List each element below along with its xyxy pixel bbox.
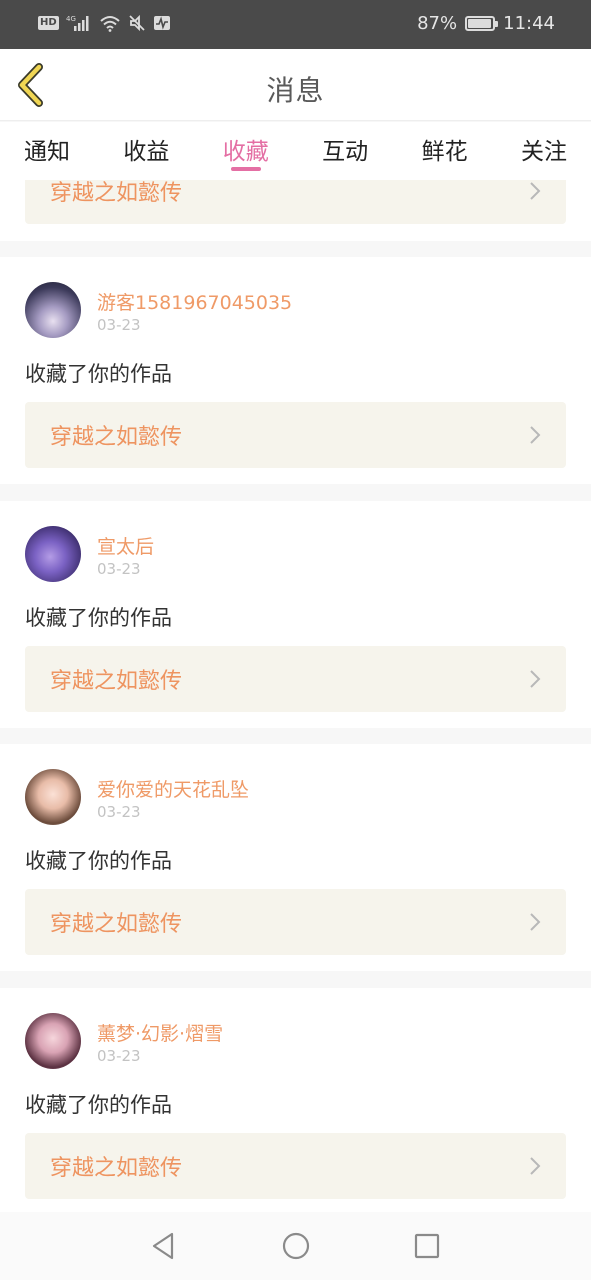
tab-0[interactable]: 通知 [24,122,70,180]
message-feed[interactable]: 穿越之如懿传 游客1581967045035 03-23 收藏了你的作品 穿越之… [0,180,591,1212]
avatar[interactable] [25,525,81,582]
work-title: 穿越之如懿传 [50,425,183,450]
message-date: 03-23 [97,316,141,334]
mute-icon [129,14,145,32]
message-card: 宣太后 03-23 收藏了你的作品 穿越之如懿传 [0,500,591,728]
message-text: 收藏了你的作品 [25,362,172,386]
work-link[interactable]: 穿越之如懿传 [25,1132,566,1199]
work-title: 穿越之如懿传 [50,912,183,937]
chevron-right-icon [530,669,541,688]
back-triangle-icon [152,1232,174,1260]
user-name[interactable]: 游客1581967045035 [97,288,292,315]
recents-square-icon [414,1233,440,1259]
work-link[interactable]: 穿越之如懿传 [25,402,566,468]
nav-home-button[interactable] [280,1230,312,1262]
tab-3[interactable]: 互动 [322,122,368,180]
battery-icon [465,16,499,31]
message-text: 收藏了你的作品 [25,605,172,630]
chevron-right-icon [530,913,541,931]
battery-level [468,19,491,28]
message-date: 03-23 [97,559,141,578]
nav-recents-button[interactable] [411,1230,443,1262]
app-header: 消息 [0,49,591,121]
user-name[interactable]: 宣太后 [97,532,154,559]
work-link[interactable]: 穿越之如懿传 [25,889,566,955]
user-name[interactable]: 薰梦·幻影·熠雪 [97,1019,223,1046]
work-title: 穿越之如懿传 [50,181,183,206]
message-card: 薰梦·幻影·熠雪 03-23 收藏了你的作品 穿越之如懿传 [0,987,591,1212]
partial-message-card: 穿越之如懿传 [0,180,591,241]
tab-4[interactable]: 鲜花 [422,122,468,180]
avatar[interactable] [25,1012,81,1069]
user-name[interactable]: 爱你爱的天花乱坠 [97,775,249,802]
message-card: 游客1581967045035 03-23 收藏了你的作品 穿越之如懿传 [0,257,591,484]
tab-1[interactable]: 收益 [123,122,169,180]
status-icons-right: 87% 11:44 [417,13,555,34]
battery-percent: 87% [417,13,458,34]
activity-icon [153,16,170,30]
chevron-right-icon [530,182,541,200]
page-title: 消息 [266,74,325,107]
tab-2[interactable]: 收藏 [223,122,269,180]
nav-back-button[interactable] [148,1230,180,1262]
message-text: 收藏了你的作品 [25,849,172,873]
avatar[interactable] [25,282,81,338]
tab-5[interactable]: 关注 [521,122,567,180]
status-bar: HD 4G 87% 11:44 [0,0,591,49]
wifi-icon [100,16,120,32]
chevron-right-icon [530,1156,541,1175]
message-text: 收藏了你的作品 [25,1092,172,1117]
work-title: 穿越之如懿传 [50,668,183,694]
message-date: 03-23 [97,803,141,821]
clock: 11:44 [503,13,555,34]
chevron-right-icon [530,426,541,444]
work-title: 穿越之如懿传 [50,1155,183,1181]
avatar[interactable] [25,769,81,825]
status-icons-left: HD 4G [38,14,171,32]
signal-icon: 4G [66,15,89,31]
network-type: 4G [66,15,76,23]
tab-bar: 通知 收益 收藏 互动 鲜花 关注 [0,122,591,180]
hd-badge: HD [38,16,59,30]
message-date: 03-23 [97,1046,141,1065]
work-link[interactable]: 穿越之如懿传 [25,645,566,712]
battery-tip [495,21,499,27]
home-circle-icon [282,1232,310,1260]
work-link[interactable]: 穿越之如懿传 [25,180,566,224]
message-card: 爱你爱的天花乱坠 03-23 收藏了你的作品 穿越之如懿传 [0,744,591,971]
system-nav-bar [0,1212,591,1280]
